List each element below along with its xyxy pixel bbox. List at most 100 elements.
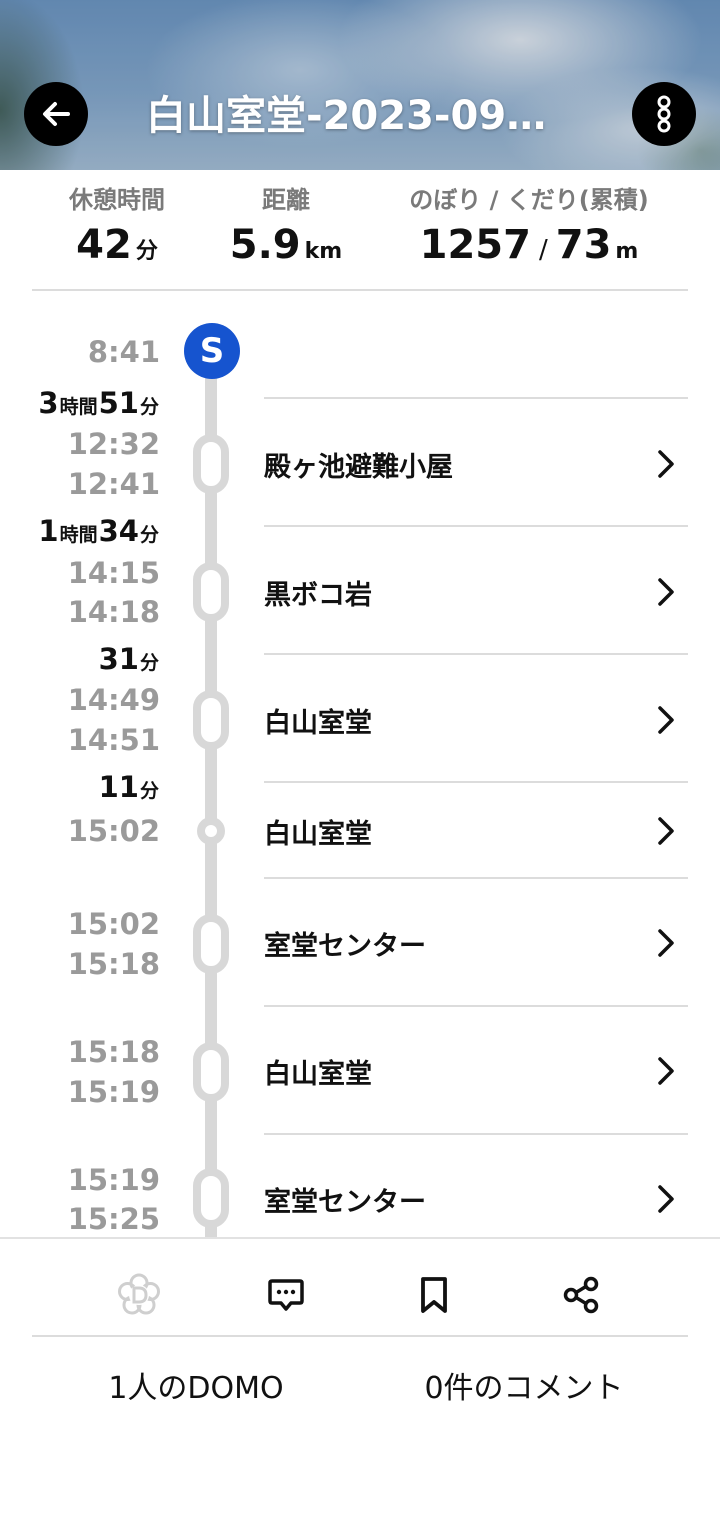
depart-time: 12:41 [67,467,160,501]
duration-minutes: 51 [98,386,139,420]
row-divider [264,653,688,655]
chevron-right-icon [652,929,680,957]
more-vertical-icon [657,95,671,133]
stop-marker [197,817,225,845]
duration-hours: 3 [38,386,59,420]
comment-button[interactable] [258,1267,314,1323]
domo-button[interactable] [111,1267,167,1323]
duration-minutes-unit: 分 [139,652,159,674]
duration-minutes-unit: 分 [139,780,159,802]
arrive-time: 12:32 [67,427,160,461]
bookmark-icon [421,1277,447,1313]
depart-time: 15:25 [67,1202,160,1236]
duration-hours-unit: 時間 [59,396,98,418]
arrive-time: 14:15 [67,556,160,590]
row-divider [264,1005,688,1007]
row-divider [264,1133,688,1135]
row-divider [264,877,688,879]
duration-minutes-unit: 分 [139,524,159,546]
row-divider [264,525,688,527]
stop-name: 白山室堂 [264,707,372,739]
arrive-time: 14:49 [67,683,160,717]
distance-value: 5.9 km [226,222,346,268]
rest-time-value: 42 分 [60,222,174,268]
stop-row[interactable]: 白山室堂 [264,680,688,760]
stop-name: 白山室堂 [264,1058,372,1090]
distance-number: 5.9 [229,222,301,268]
start-time: 8:41 [87,335,160,369]
stop-marker [193,1168,229,1228]
depart-time: 15:19 [67,1075,160,1109]
duration-hours-unit: 時間 [59,524,98,546]
arrive-time: 15:19 [67,1163,160,1197]
stop-name: 殿ヶ池避難小屋 [264,451,453,483]
chevron-right-icon [652,578,680,606]
segment-duration: 3時間51分 [38,387,160,424]
arrow-left-icon [43,102,70,126]
stop-marker [193,434,229,494]
stop-row[interactable]: 黒ボコ岩 [264,552,688,632]
share-button[interactable] [553,1267,609,1323]
bottom-action-bar: 1人のDOMO 0件のコメント [0,1237,720,1520]
stop-name: 室堂センター [264,930,426,962]
arrive-time: 15:02 [67,814,160,848]
stop-row[interactable]: 白山室堂 [264,1031,688,1111]
domo-flower-icon [118,1273,160,1315]
stop-name: 室堂センター [264,1186,426,1218]
comment-count-link[interactable]: 0件のコメント [388,1363,660,1407]
header-banner: 白山室堂-2023-09… [0,0,720,170]
page-title: 白山室堂-2023-09… [146,93,547,139]
rest-time-unit: 分 [135,239,158,264]
duration-minutes: 11 [98,770,139,804]
duration-minutes: 31 [98,642,139,676]
chevron-right-icon [652,706,680,734]
segment-duration: 31分 [99,643,160,680]
segment-duration: 11分 [99,771,160,808]
duration-minutes: 34 [98,514,139,548]
elevation-unit: m [615,239,639,264]
bookmark-button[interactable] [406,1267,462,1323]
stop-marker [193,914,229,974]
timeline-line [205,370,217,1238]
stop-marker [193,562,229,622]
descent-number: 73 [555,222,612,268]
bottom-divider [32,1335,688,1337]
domo-count-link[interactable]: 1人のDOMO [60,1363,332,1407]
stop-row[interactable]: 白山室堂 [264,791,688,871]
comment-icon [268,1279,304,1311]
row-divider [264,397,688,399]
depart-time: 14:51 [67,723,160,757]
rest-time-label: 休憩時間 [69,186,165,214]
chevron-right-icon [652,1057,680,1085]
row-divider [264,781,688,783]
stop-name: 黒ボコ岩 [264,579,372,611]
arrive-time: 15:18 [67,1035,160,1069]
chevron-right-icon [652,817,680,845]
stop-row[interactable]: 室堂センター [264,903,688,983]
segment-duration: 1時間34分 [38,515,160,552]
back-button[interactable] [24,82,88,146]
arrive-time: 15:02 [67,907,160,941]
more-menu-button[interactable] [632,82,696,146]
depart-time: 14:18 [67,595,160,629]
share-icon [563,1276,599,1314]
elevation-value: 1257/73 m [394,222,664,268]
distance-unit: km [304,239,343,264]
stop-name: 白山室堂 [264,818,372,850]
elevation-label: のぼり / くだり(累積) [409,186,649,214]
chevron-right-icon [652,450,680,478]
stop-row[interactable]: 室堂センター [264,1159,688,1239]
ascent-number: 1257 [419,222,531,268]
stop-marker [193,690,229,750]
chevron-right-icon [652,1185,680,1213]
duration-minutes-unit: 分 [139,396,159,418]
elevation-slash: / [538,235,548,265]
distance-label: 距離 [262,186,310,214]
depart-time: 15:18 [67,947,160,981]
start-badge: S [184,323,240,379]
stop-row[interactable]: 殿ヶ池避難小屋 [264,424,688,504]
stats-divider [32,289,688,291]
stop-marker [193,1042,229,1102]
duration-hours: 1 [38,514,59,548]
rest-time-number: 42 [76,222,132,268]
